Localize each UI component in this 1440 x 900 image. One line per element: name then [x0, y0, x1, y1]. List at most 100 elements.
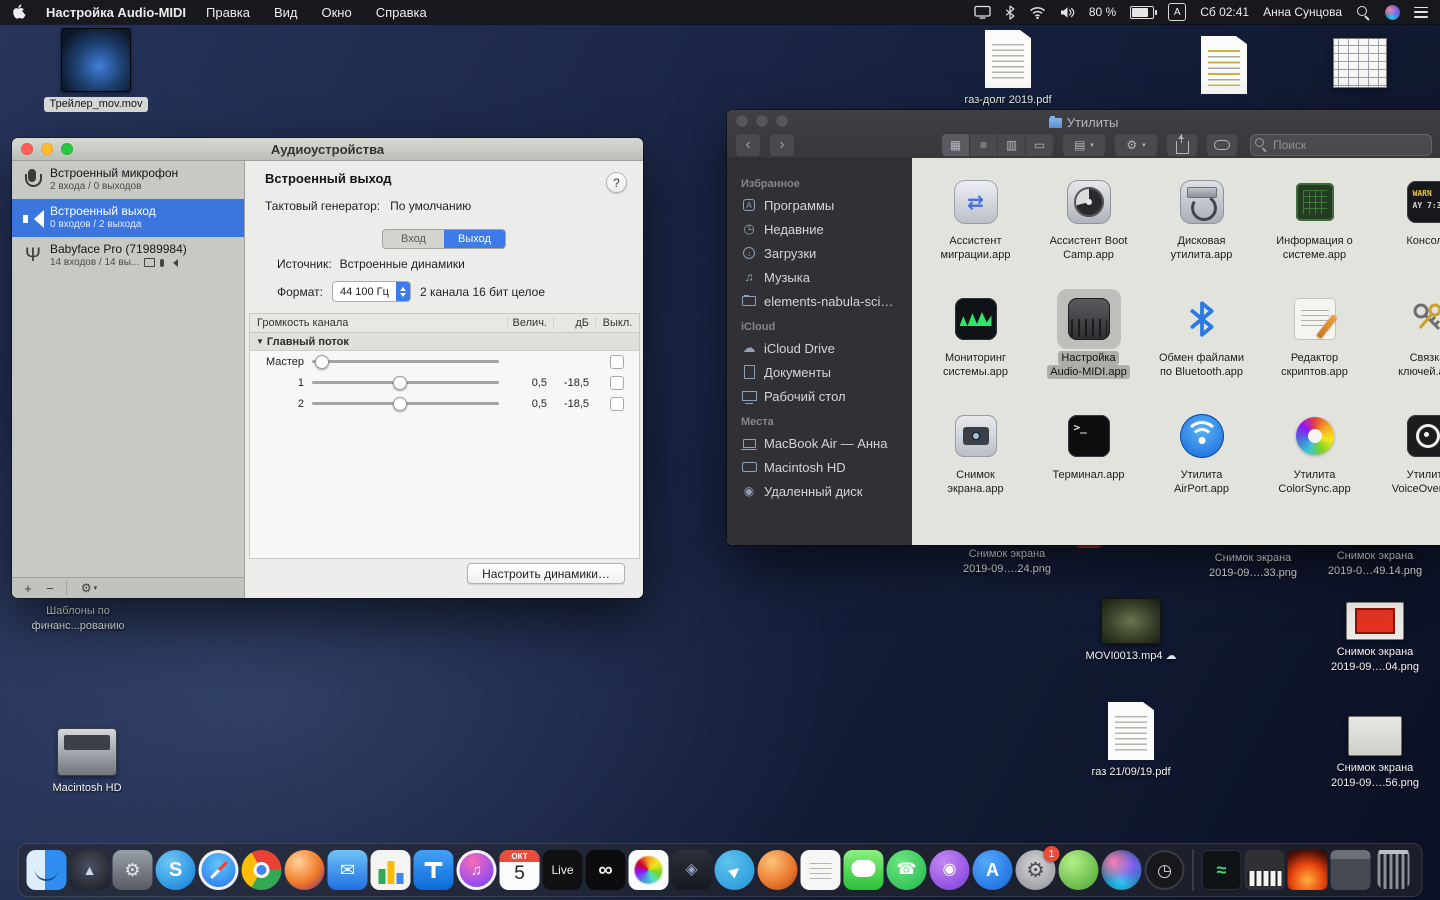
app-sysinfo[interactable]: Информация осистеме.app: [1258, 172, 1371, 289]
app-bootcamp[interactable]: Ассистент BootCamp.app: [1032, 172, 1145, 289]
dock-calendar[interactable]: ОКТ5: [500, 850, 540, 890]
column-view-button[interactable]: ▥: [998, 134, 1026, 156]
dock-podcasts[interactable]: ◉: [930, 850, 970, 890]
app-bluetooth[interactable]: Обмен файламипо Bluetooth.app: [1145, 289, 1258, 406]
dock-minimized-fire-window[interactable]: [1288, 850, 1328, 890]
dock-ableton-live[interactable]: Live: [543, 850, 583, 890]
action-gear-button[interactable]: ⚙▾: [1114, 133, 1158, 157]
remove-device-button[interactable]: −: [40, 580, 60, 596]
dock-app-store[interactable]: A: [973, 850, 1013, 890]
active-app-name[interactable]: Настройка Audio-MIDI: [46, 5, 186, 20]
siri-icon[interactable]: [1385, 5, 1400, 20]
sidebar-item-folder[interactable]: elements-nabula-sci…: [727, 289, 912, 313]
sidebar-item-clock[interactable]: Недавние: [727, 217, 912, 241]
stream-group-row[interactable]: ▼ Главный поток: [250, 333, 639, 351]
tab-input[interactable]: Вход: [383, 230, 444, 248]
dock-infinity-app[interactable]: ∞: [586, 850, 626, 890]
app-terminal[interactable]: >_Терминал.app: [1032, 406, 1145, 523]
wifi-icon[interactable]: [1029, 6, 1046, 19]
share-button[interactable]: [1166, 133, 1198, 157]
dock-chrome[interactable]: [242, 850, 282, 890]
sidebar-item-desktop[interactable]: Рабочий стол: [727, 384, 912, 408]
sidebar-item-network[interactable]: Удаленный диск: [727, 479, 912, 503]
app-audiomidi[interactable]: НастройкаAudio-MIDI.app: [1032, 289, 1145, 406]
dock-siri[interactable]: [1102, 850, 1142, 890]
user-menu[interactable]: Анна Сунцова: [1263, 5, 1342, 19]
dock-trash[interactable]: [1374, 850, 1414, 890]
sidebar-item-download[interactable]: Загрузки: [727, 241, 912, 265]
dock-minimized-audio-midi-window[interactable]: [1245, 850, 1285, 890]
disclosure-triangle-icon[interactable]: ▼: [256, 337, 264, 346]
forward-button[interactable]: ›: [769, 133, 795, 157]
dock-numbers[interactable]: [371, 850, 411, 890]
dock-minimized-window[interactable]: [1331, 850, 1371, 890]
minimize-button[interactable]: [41, 143, 53, 155]
dock-finder[interactable]: [27, 850, 67, 890]
dock-textedit[interactable]: [801, 850, 841, 890]
source-value[interactable]: Встроенные динамики: [340, 257, 465, 271]
mute-checkbox[interactable]: [610, 355, 624, 369]
sidebar-item-laptop[interactable]: MacBook Air — Анна: [727, 431, 912, 455]
dock-safari[interactable]: [199, 850, 239, 890]
volume-slider[interactable]: [312, 381, 499, 384]
pdf-document[interactable]: [1169, 36, 1279, 97]
device-row-speaker[interactable]: Встроенный выход0 входов / 2 выхода: [12, 199, 244, 237]
menu-item[interactable]: Вид: [274, 5, 298, 20]
gaz-pdf[interactable]: газ 21/09/19.pdf: [1076, 702, 1186, 780]
sidebar-item-drive[interactable]: Macintosh HD: [727, 455, 912, 479]
app-airport[interactable]: УтилитаAirPort.app: [1145, 406, 1258, 523]
dock-messages[interactable]: [844, 850, 884, 890]
app-keychain[interactable]: Связкаключей.app: [1371, 289, 1440, 406]
menu-item[interactable]: Правка: [206, 5, 250, 20]
configure-speakers-button[interactable]: Настроить динамики…: [467, 563, 625, 584]
dock-clock-app[interactable]: ◷: [1145, 850, 1185, 890]
apple-menu[interactable]: [12, 4, 26, 20]
sidebar-item-applications[interactable]: Программы: [727, 193, 912, 217]
dock-itunes[interactable]: ♫: [457, 850, 497, 890]
app-migration[interactable]: ⇄Ассистентмиграции.app: [919, 172, 1032, 289]
slider-knob[interactable]: [315, 355, 329, 369]
volume-slider[interactable]: [312, 402, 499, 405]
app-console[interactable]: WARNAY 7:3Консоль: [1371, 172, 1440, 289]
bluetooth-icon[interactable]: [1005, 5, 1015, 20]
templates-folder[interactable]: Шаблоны по финанс...рованию: [23, 602, 133, 634]
help-button[interactable]: ?: [606, 172, 627, 193]
app-screenshot[interactable]: Снимокэкрана.app: [919, 406, 1032, 523]
dock-green-app[interactable]: [1059, 850, 1099, 890]
app-activity[interactable]: Мониторингсистемы.app: [919, 289, 1032, 406]
dock-minimized-activity-window[interactable]: ≈: [1202, 850, 1242, 890]
macintosh-hd-drive[interactable]: Macintosh HD: [32, 728, 142, 796]
dock-utility-app[interactable]: ⚙: [113, 850, 153, 890]
mute-checkbox[interactable]: [610, 376, 624, 390]
device-row-usb[interactable]: Babyface Pro (71989984)14 входов / 14 вы…: [12, 237, 244, 275]
display-mirroring-icon[interactable]: [974, 5, 991, 19]
sidebar-item-document[interactable]: Документы: [727, 360, 912, 384]
sample-rate-stepper[interactable]: [396, 282, 410, 301]
spotlight-icon[interactable]: [1356, 5, 1371, 20]
movi0013-video[interactable]: MOVI0013.mp4 ☁: [1076, 598, 1186, 664]
dock-skype[interactable]: S: [156, 850, 196, 890]
add-device-button[interactable]: +: [18, 580, 38, 596]
dock-system-preferences[interactable]: ⚙1: [1016, 850, 1056, 890]
clock-source-value[interactable]: По умолчанию: [390, 199, 471, 213]
dock-telegram[interactable]: ▶: [715, 850, 755, 890]
screenshot-04[interactable]: Снимок экрана 2019-09….04.png: [1320, 602, 1430, 675]
spreadsheet-document[interactable]: [1305, 38, 1415, 91]
menu-item[interactable]: Окно: [321, 5, 351, 20]
dock-orange-app[interactable]: [758, 850, 798, 890]
volume-slider[interactable]: [312, 360, 499, 363]
finder-window[interactable]: Утилиты ‹ › ▦ ≡ ▥ ▭ ▤▾ ⚙▾: [727, 110, 1440, 545]
close-button[interactable]: [21, 143, 33, 155]
slider-knob[interactable]: [393, 376, 407, 390]
zoom-button[interactable]: [61, 143, 73, 155]
dock-keynote[interactable]: [414, 850, 454, 890]
tab-output[interactable]: Выход: [444, 230, 505, 248]
list-view-button[interactable]: ≡: [970, 134, 998, 156]
volume-icon[interactable]: [1060, 6, 1075, 19]
battery-icon[interactable]: [1130, 6, 1154, 19]
dock-launchpad[interactable]: ▲: [70, 850, 110, 890]
sidebar-item-music[interactable]: Музыка: [727, 265, 912, 289]
slider-knob[interactable]: [393, 397, 407, 411]
menu-item[interactable]: Справка: [376, 5, 427, 20]
tags-button[interactable]: [1206, 133, 1238, 157]
